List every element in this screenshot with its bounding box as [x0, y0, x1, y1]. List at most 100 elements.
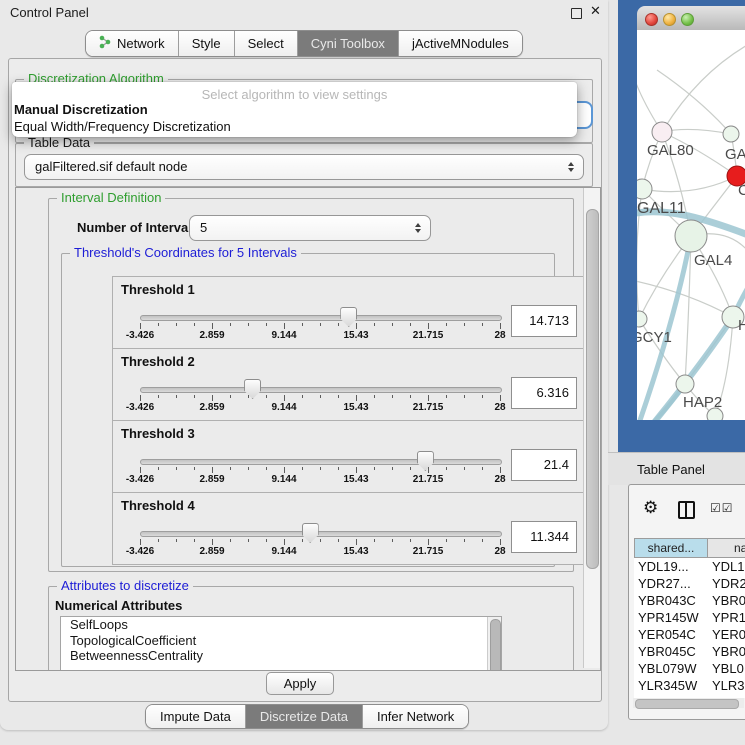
table-horizontal-scrollbar[interactable]	[633, 698, 744, 708]
network-view-window: GAL80GACGAL11GAL4GCY1HHAP2	[618, 0, 745, 452]
table-row[interactable]: YDR27...YDR2	[634, 575, 745, 592]
threshold-value-field[interactable]: 21.4	[511, 449, 577, 481]
number-of-intervals-value: 5	[200, 216, 207, 240]
network-node-gal11[interactable]	[637, 179, 652, 199]
mac-zoom-button[interactable]	[681, 13, 694, 26]
minor-tick	[338, 323, 339, 326]
minor-tick	[464, 467, 465, 470]
network-node-gal80[interactable]	[652, 122, 672, 142]
threshold-value-field[interactable]: 6.316	[511, 377, 577, 409]
minor-tick	[392, 395, 393, 398]
scrollbar-thumb[interactable]	[490, 619, 501, 671]
minor-tick	[320, 323, 321, 326]
algorithm-option-equal-width-frequency-discretization[interactable]: Equal Width/Frequency Discretization	[14, 119, 231, 134]
attribute-item-topologicalcoefficient[interactable]: TopologicalCoefficient	[61, 633, 501, 649]
table-panel-title: Table Panel	[637, 462, 705, 477]
cell-name: YBL0	[708, 660, 745, 677]
tab-select[interactable]: Select	[235, 31, 298, 56]
slider-track[interactable]	[140, 459, 502, 465]
cell-name: YBR0	[708, 643, 745, 660]
scrollbar-thumb[interactable]	[635, 699, 739, 709]
checkboxes-icon[interactable]: ☑☑	[710, 501, 734, 515]
slider-thumb[interactable]	[244, 379, 261, 399]
gear-icon[interactable]: ⚙	[643, 498, 658, 518]
attributes-list-scrollbar[interactable]	[487, 617, 501, 671]
network-graph[interactable]: GAL80GACGAL11GAL4GCY1HHAP2	[637, 30, 745, 420]
attribute-item-selfloops[interactable]: SelfLoops	[61, 617, 501, 633]
tab-style-label: Style	[192, 36, 221, 51]
numerical-attributes-label: Numerical Attributes	[55, 598, 182, 613]
threshold-value-field[interactable]: 14.713	[511, 305, 577, 337]
cell-name: YDR2	[708, 575, 745, 592]
minor-tick	[158, 467, 159, 470]
bottom-tab-discretize-data[interactable]: Discretize Data	[246, 705, 363, 728]
table-row[interactable]: YBL079WYBL0	[634, 660, 745, 677]
split-columns-icon[interactable]	[678, 501, 695, 519]
attribute-item-betweennesscentrality[interactable]: BetweennessCentrality	[61, 648, 501, 664]
table-row[interactable]: YLR345WYLR3	[634, 677, 745, 694]
network-edge[interactable]	[637, 280, 733, 317]
tick-label: -3.426	[126, 330, 154, 341]
table-row[interactable]: YER054CYER0	[634, 626, 745, 643]
network-node-label: GAL11	[637, 200, 686, 217]
tab-jactivemnodules-label: jActiveMNodules	[412, 36, 509, 51]
network-window-titlebar[interactable]	[637, 6, 745, 31]
bottom-tab-infer-network[interactable]: Infer Network	[363, 705, 468, 728]
cell-shared-name: YDL19...	[634, 558, 708, 575]
column-header-name[interactable]: na	[708, 538, 745, 558]
tab-cyni-toolbox[interactable]: Cyni Toolbox	[298, 31, 399, 56]
tab-network[interactable]: Network	[86, 31, 179, 56]
slider-track[interactable]	[140, 387, 502, 393]
mac-minimize-button[interactable]	[663, 13, 676, 26]
network-node-hap2[interactable]	[676, 375, 694, 393]
spinner-arrows-icon	[568, 162, 574, 172]
minor-tick	[248, 323, 249, 326]
close-icon[interactable]: ✕	[590, 4, 601, 19]
threshold-value-field[interactable]: 11.344	[511, 521, 577, 553]
table-row[interactable]: YBR045CYBR0	[634, 643, 745, 660]
network-edge[interactable]	[642, 176, 737, 192]
slider-thumb[interactable]	[302, 523, 319, 543]
minor-tick	[158, 539, 159, 542]
numerical-attributes-list[interactable]: SelfLoopsTopologicalCoefficientBetweenne…	[60, 616, 502, 671]
number-of-intervals-combobox[interactable]: 5	[189, 215, 431, 241]
table-data-combobox[interactable]: galFiltered.sif default node	[24, 154, 584, 180]
tick-label: 9.144	[271, 330, 296, 341]
slider-thumb[interactable]	[417, 451, 434, 471]
table-row[interactable]: YBR043CYBR0	[634, 592, 745, 609]
minor-tick	[482, 467, 483, 470]
minor-tick	[302, 395, 303, 398]
tab-style[interactable]: Style	[179, 31, 235, 56]
tick-label: 28	[494, 474, 505, 485]
slider-track[interactable]	[140, 531, 502, 537]
slider-thumb[interactable]	[340, 307, 357, 327]
minor-tick	[410, 323, 411, 326]
algorithm-option-manual-discretization[interactable]: Manual Discretization	[14, 102, 148, 117]
network-edge[interactable]	[662, 44, 745, 132]
float-window-icon[interactable]	[571, 8, 582, 19]
minor-tick	[482, 539, 483, 542]
minor-tick	[392, 539, 393, 542]
network-canvas[interactable]: GAL80GACGAL11GAL4GCY1HHAP2	[637, 30, 745, 420]
bottom-tab-impute-data[interactable]: Impute Data	[146, 705, 246, 728]
network-node-gal4[interactable]	[675, 220, 707, 252]
column-header-shared-name[interactable]: shared...	[634, 538, 708, 558]
minor-tick	[158, 323, 159, 326]
slider-track[interactable]	[140, 315, 502, 321]
minor-tick	[266, 323, 267, 326]
top-tab-bar: Network Style SelectCyni Toolbox jActiveMNo…	[85, 30, 523, 57]
network-node-node-top-right[interactable]	[723, 126, 739, 142]
settings-vertical-scrollbar[interactable]	[583, 188, 600, 668]
mac-close-button[interactable]	[645, 13, 658, 26]
tick-label: 28	[494, 330, 505, 341]
major-tick	[212, 539, 213, 545]
scrollbar-thumb[interactable]	[586, 209, 599, 569]
apply-button[interactable]: Apply	[266, 672, 334, 695]
table-row[interactable]: YPR145WYPR1	[634, 609, 745, 626]
table-row[interactable]: YDL19...YDL1	[634, 558, 745, 575]
cyni-toolbox-content: Discretization Algorithm Table Data galF…	[8, 58, 602, 702]
tab-jactivemnodules[interactable]: jActiveMNodules	[399, 31, 522, 56]
interval-definition-title: Interval Definition	[57, 191, 165, 205]
minor-tick	[410, 539, 411, 542]
network-node-gcy1[interactable]	[637, 311, 647, 327]
